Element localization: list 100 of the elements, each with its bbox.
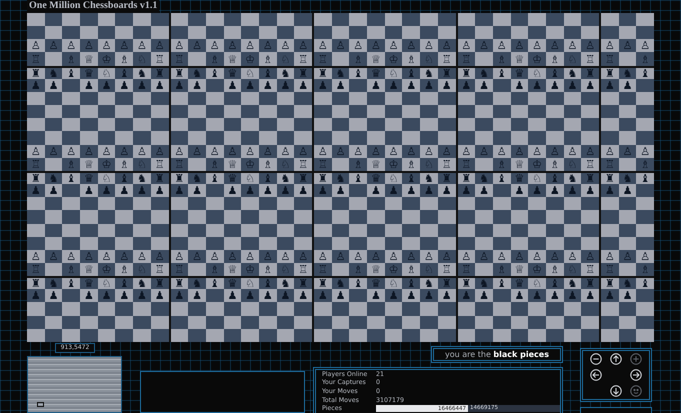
board-square[interactable]: ♞ — [133, 170, 151, 184]
board-square[interactable]: ♟ — [150, 184, 168, 198]
board-square[interactable]: ♙ — [62, 250, 80, 263]
board-square[interactable]: ♟ — [402, 78, 420, 92]
board-square[interactable]: ♕ — [224, 52, 242, 66]
board-square[interactable]: ♙ — [133, 144, 151, 158]
board-square[interactable]: ♙ — [27, 39, 45, 52]
board-square[interactable]: ♙ — [27, 250, 45, 263]
board-square[interactable]: ♗ — [115, 52, 134, 66]
board-square[interactable]: ♙ — [456, 39, 476, 52]
board-square[interactable]: ♟ — [367, 78, 385, 92]
board-square[interactable]: ♞ — [133, 66, 151, 79]
board-square[interactable]: ♕ — [510, 52, 528, 66]
board-square[interactable]: ♟ — [581, 78, 599, 92]
board-square[interactable]: ♙ — [62, 39, 80, 52]
board-square[interactable]: ♙ — [133, 39, 151, 52]
board-square[interactable]: ♟ — [188, 184, 206, 198]
board-square[interactable]: ♘ — [241, 276, 259, 290]
board-square[interactable]: ♕ — [367, 262, 385, 276]
board-square[interactable]: ♜ — [599, 66, 619, 79]
board-square[interactable]: ♟ — [294, 289, 312, 302]
board-square[interactable]: ♝ — [636, 170, 654, 184]
board-square[interactable]: ♞ — [133, 276, 151, 290]
board-square[interactable]: ♝ — [349, 276, 368, 290]
board-square[interactable]: ♟ — [80, 78, 98, 92]
board-square[interactable]: ♞ — [420, 276, 438, 290]
board-square[interactable]: ♕ — [80, 52, 98, 66]
board-square[interactable]: ♝ — [349, 170, 368, 184]
board-square[interactable]: ♙ — [564, 39, 582, 52]
board-square[interactable]: ♙ — [528, 250, 546, 263]
board-square[interactable]: ♙ — [349, 39, 368, 52]
board-square[interactable]: ♙ — [528, 144, 546, 158]
board-square[interactable]: ♕ — [80, 262, 98, 276]
board-square[interactable]: ♟ — [581, 289, 599, 302]
board-square[interactable]: ♟ — [402, 184, 420, 198]
board-square[interactable]: ♝ — [636, 276, 654, 290]
board-square[interactable]: ♕ — [367, 158, 385, 171]
board-square[interactable]: ♜ — [168, 276, 188, 290]
board-square[interactable]: ♞ — [276, 276, 294, 290]
board-square[interactable]: ♟ — [258, 184, 277, 198]
board-square[interactable]: ♙ — [636, 144, 654, 158]
board-square[interactable]: ♟ — [475, 289, 493, 302]
board-square[interactable]: ♟ — [581, 184, 599, 198]
board-square[interactable]: ♜ — [456, 276, 476, 290]
board-square[interactable]: ♘ — [98, 276, 116, 290]
board-square[interactable]: ♝ — [62, 276, 80, 290]
board-square[interactable]: ♕ — [367, 52, 385, 66]
board-square[interactable]: ♙ — [349, 250, 368, 263]
board-square[interactable]: ♙ — [420, 144, 438, 158]
board-square[interactable]: ♟ — [332, 184, 350, 198]
board-square[interactable]: ♙ — [528, 39, 546, 52]
board-square[interactable]: ♖ — [581, 262, 599, 276]
board-square[interactable]: ♖ — [294, 158, 312, 171]
board-square[interactable]: ♙ — [133, 250, 151, 263]
board-square[interactable]: ♟ — [188, 78, 206, 92]
board-square[interactable]: ♙ — [241, 250, 259, 263]
board-square[interactable]: ♟ — [188, 289, 206, 302]
board-square[interactable]: ♟ — [294, 78, 312, 92]
board-square[interactable]: ♙ — [241, 144, 259, 158]
board-square[interactable]: ♜ — [27, 276, 45, 290]
board-square[interactable]: ♙ — [312, 144, 332, 158]
board-square[interactable]: ♞ — [420, 170, 438, 184]
board-square[interactable]: ♜ — [27, 170, 45, 184]
board-square[interactable]: ♞ — [564, 276, 582, 290]
board-square[interactable]: ♙ — [312, 250, 332, 263]
board-square[interactable]: ♘ — [384, 276, 402, 290]
board-square[interactable]: ♟ — [224, 184, 242, 198]
board-square[interactable]: ♗ — [115, 262, 134, 276]
board-square[interactable]: ♟ — [367, 184, 385, 198]
board-square[interactable]: ♙ — [420, 250, 438, 263]
board-square[interactable]: ♟ — [546, 184, 564, 198]
board-square[interactable]: ♙ — [27, 144, 45, 158]
board-square[interactable]: ♝ — [636, 66, 654, 79]
board-square[interactable]: ♝ — [62, 170, 80, 184]
board-square[interactable]: ♝ — [206, 276, 224, 290]
board-square[interactable]: ♘ — [241, 66, 259, 79]
board-square[interactable]: ♘ — [241, 170, 259, 184]
board-square[interactable]: ♖ — [438, 52, 456, 66]
board-square[interactable]: ♙ — [384, 39, 402, 52]
board-square[interactable]: ♙ — [62, 144, 80, 158]
board-square[interactable]: ♟ — [438, 289, 456, 302]
board-square[interactable]: ♗ — [402, 52, 420, 66]
board-square[interactable]: ♟ — [475, 78, 493, 92]
board-square[interactable]: ♙ — [599, 250, 619, 263]
board-square[interactable]: ♙ — [312, 39, 332, 52]
board-square[interactable]: ♜ — [599, 276, 619, 290]
board-square[interactable]: ♟ — [80, 289, 98, 302]
board-square[interactable]: ♙ — [636, 39, 654, 52]
board-square[interactable]: ♙ — [349, 144, 368, 158]
board-square[interactable]: ♜ — [312, 276, 332, 290]
board-square[interactable]: ♖ — [294, 52, 312, 66]
board-square[interactable]: ♙ — [206, 39, 224, 52]
board-square[interactable]: ♙ — [420, 39, 438, 52]
board-square[interactable]: ♟ — [44, 184, 62, 198]
board-square[interactable]: ♙ — [492, 39, 511, 52]
board-square[interactable]: ♝ — [62, 66, 80, 79]
board-square[interactable]: ♟ — [438, 184, 456, 198]
board-square[interactable]: ♟ — [546, 289, 564, 302]
board-square[interactable]: ♜ — [599, 170, 619, 184]
board-square[interactable]: ♕ — [80, 158, 98, 171]
